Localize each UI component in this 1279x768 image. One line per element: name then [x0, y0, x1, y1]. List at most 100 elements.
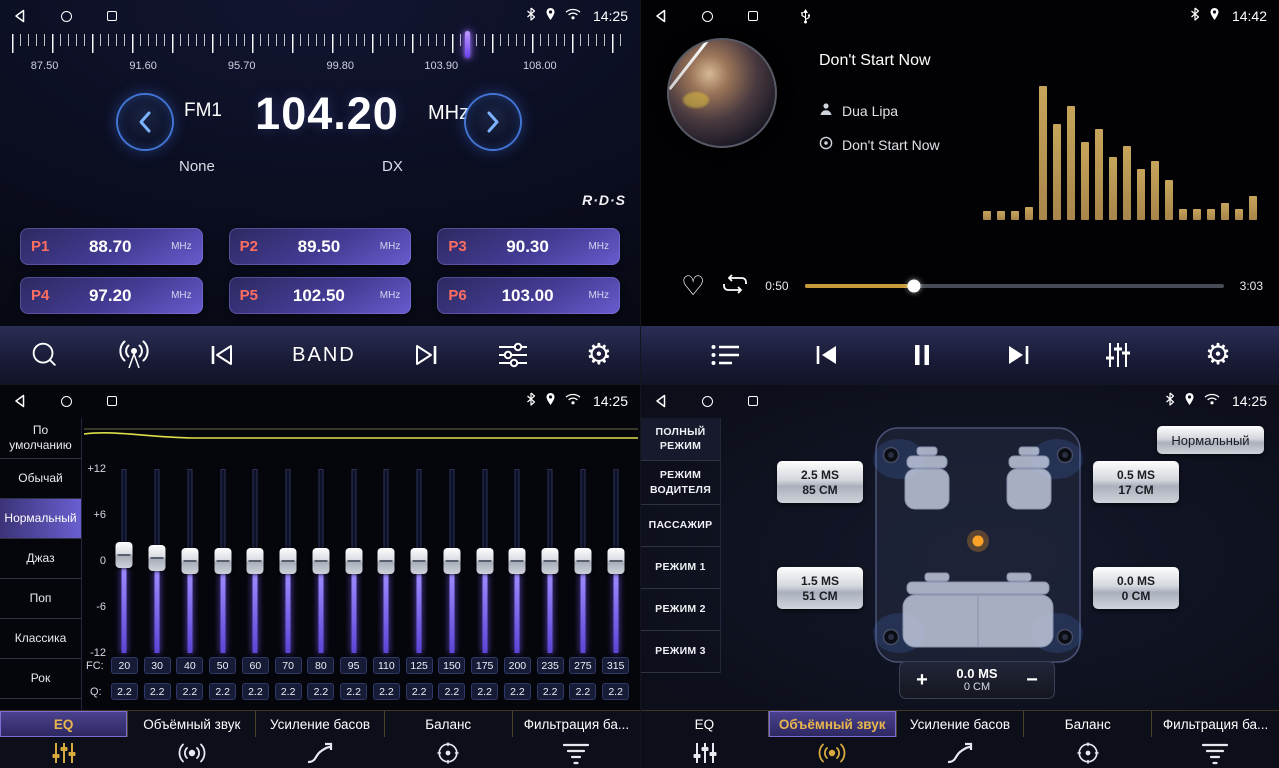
filter-icon[interactable]: [1151, 737, 1279, 768]
delay-front-left-button[interactable]: 2.5 MS 85 CM: [777, 461, 863, 503]
recents-button[interactable]: [104, 393, 120, 409]
preset-p5[interactable]: P5102.50MHz: [229, 277, 412, 314]
home-button[interactable]: [699, 8, 715, 24]
previous-station-button[interactable]: [209, 344, 235, 366]
eq-icon[interactable]: [641, 737, 769, 768]
eq-band-slider-12[interactable]: [501, 469, 534, 653]
tab-eq[interactable]: EQ: [641, 711, 768, 737]
eq-band-slider-4[interactable]: [239, 469, 272, 653]
delay-rear-left-button[interactable]: 1.5 MS 51 CM: [777, 567, 863, 609]
preset-p6[interactable]: P6103.00MHz: [437, 277, 620, 314]
slider-knob[interactable]: [574, 548, 591, 574]
slider-knob[interactable]: [116, 542, 133, 568]
mode-item-3[interactable]: РЕЖИМ 1: [641, 547, 720, 589]
back-button[interactable]: [12, 393, 28, 409]
settings-button[interactable]: ⚙: [1205, 341, 1231, 370]
previous-track-button[interactable]: [814, 344, 840, 366]
balance-icon[interactable]: [1024, 737, 1152, 768]
eq-preset-item-0[interactable]: По умолчанию: [0, 418, 81, 459]
tune-up-button[interactable]: [466, 95, 520, 149]
audio-settings-button[interactable]: [497, 342, 529, 368]
eq-band-slider-13[interactable]: [534, 469, 567, 653]
mode-item-4[interactable]: РЕЖИМ 2: [641, 589, 720, 631]
seek-bar[interactable]: [805, 284, 1224, 288]
bass-boost-icon[interactable]: [256, 737, 384, 768]
slider-knob[interactable]: [542, 548, 559, 574]
eq-band-slider-0[interactable]: [108, 469, 141, 653]
back-button[interactable]: [653, 8, 669, 24]
slider-knob[interactable]: [149, 545, 166, 571]
eq-preset-item-4[interactable]: Поп: [0, 579, 81, 619]
recents-button[interactable]: [745, 8, 761, 24]
slider-knob[interactable]: [443, 548, 460, 574]
slider-knob[interactable]: [181, 548, 198, 574]
settings-button[interactable]: ⚙: [586, 341, 612, 370]
next-station-button[interactable]: [413, 344, 439, 366]
scan-button[interactable]: [28, 339, 60, 371]
slider-knob[interactable]: [312, 548, 329, 574]
eq-band-slider-5[interactable]: [272, 469, 305, 653]
delay-decrease-button[interactable]: −: [1019, 669, 1045, 692]
eq-preset-item-1[interactable]: Обычай: [0, 459, 81, 499]
tab-bass[interactable]: Усиление басов: [896, 711, 1024, 737]
pause-button[interactable]: [913, 344, 931, 366]
eq-band-slider-3[interactable]: [206, 469, 239, 653]
slider-knob[interactable]: [476, 548, 493, 574]
home-button[interactable]: [699, 393, 715, 409]
eq-band-slider-9[interactable]: [403, 469, 436, 653]
tab-bass[interactable]: Усиление басов: [255, 711, 383, 737]
position-preset-button[interactable]: Нормальный: [1157, 426, 1264, 454]
surround-icon[interactable]: [128, 737, 256, 768]
tune-down-button[interactable]: [118, 95, 172, 149]
home-button[interactable]: [58, 393, 74, 409]
playlist-button[interactable]: [711, 344, 741, 366]
eq-band-slider-8[interactable]: [370, 469, 403, 653]
car-cabin-diagram[interactable]: [873, 425, 1083, 665]
tab-balance[interactable]: Баланс: [1023, 711, 1151, 737]
slider-knob[interactable]: [378, 548, 395, 574]
repeat-button[interactable]: [721, 274, 749, 299]
eq-band-slider-10[interactable]: [436, 469, 469, 653]
tab-balance[interactable]: Баланс: [384, 711, 512, 737]
eq-preset-item-6[interactable]: Рок: [0, 659, 81, 699]
eq-band-slider-1[interactable]: [141, 469, 174, 653]
balance-icon[interactable]: [384, 737, 512, 768]
progress-knob[interactable]: [907, 280, 920, 293]
tab-surround[interactable]: Объёмный звук: [768, 711, 896, 737]
frequency-scale[interactable]: 87.5091.6095.7099.80103.90108.00: [12, 34, 628, 82]
slider-knob[interactable]: [345, 548, 362, 574]
preset-p1[interactable]: P188.70MHz: [20, 228, 203, 265]
eq-band-slider-15[interactable]: [599, 469, 632, 653]
eq-band-slider-11[interactable]: [468, 469, 501, 653]
mode-item-5[interactable]: РЕЖИМ 3: [641, 631, 720, 673]
mode-item-0[interactable]: ПОЛНЫЙ РЕЖИМ: [641, 418, 720, 461]
eq-preset-item-3[interactable]: Джаз: [0, 539, 81, 579]
slider-knob[interactable]: [411, 548, 428, 574]
filter-icon[interactable]: [512, 737, 640, 768]
preset-p3[interactable]: P390.30MHz: [437, 228, 620, 265]
next-track-button[interactable]: [1005, 344, 1031, 366]
back-button[interactable]: [12, 8, 28, 24]
slider-knob[interactable]: [214, 548, 231, 574]
eq-band-slider-7[interactable]: [337, 469, 370, 653]
slider-knob[interactable]: [607, 548, 624, 574]
delay-increase-button[interactable]: +: [909, 669, 935, 692]
eq-band-slider-6[interactable]: [305, 469, 338, 653]
back-button[interactable]: [653, 393, 669, 409]
favorite-button[interactable]: ♡: [681, 273, 705, 300]
preset-p4[interactable]: P497.20MHz: [20, 277, 203, 314]
mode-item-2[interactable]: ПАССАЖИР: [641, 505, 720, 547]
mode-item-1[interactable]: РЕЖИМ ВОДИТЕЛЯ: [641, 461, 720, 504]
recents-button[interactable]: [104, 8, 120, 24]
eq-band-slider-2[interactable]: [174, 469, 207, 653]
eq-preset-item-5[interactable]: Классика: [0, 619, 81, 659]
tab-filter[interactable]: Фильтрация ба...: [512, 711, 640, 737]
eq-preset-item-2[interactable]: Нормальный: [0, 499, 81, 539]
recents-button[interactable]: [745, 393, 761, 409]
preset-p2[interactable]: P289.50MHz: [229, 228, 412, 265]
slider-knob[interactable]: [280, 548, 297, 574]
tab-eq[interactable]: EQ: [0, 711, 127, 737]
eq-band-slider-14[interactable]: [567, 469, 600, 653]
frequency-scale-indicator[interactable]: [465, 31, 470, 58]
broadcast-button[interactable]: [117, 340, 151, 370]
